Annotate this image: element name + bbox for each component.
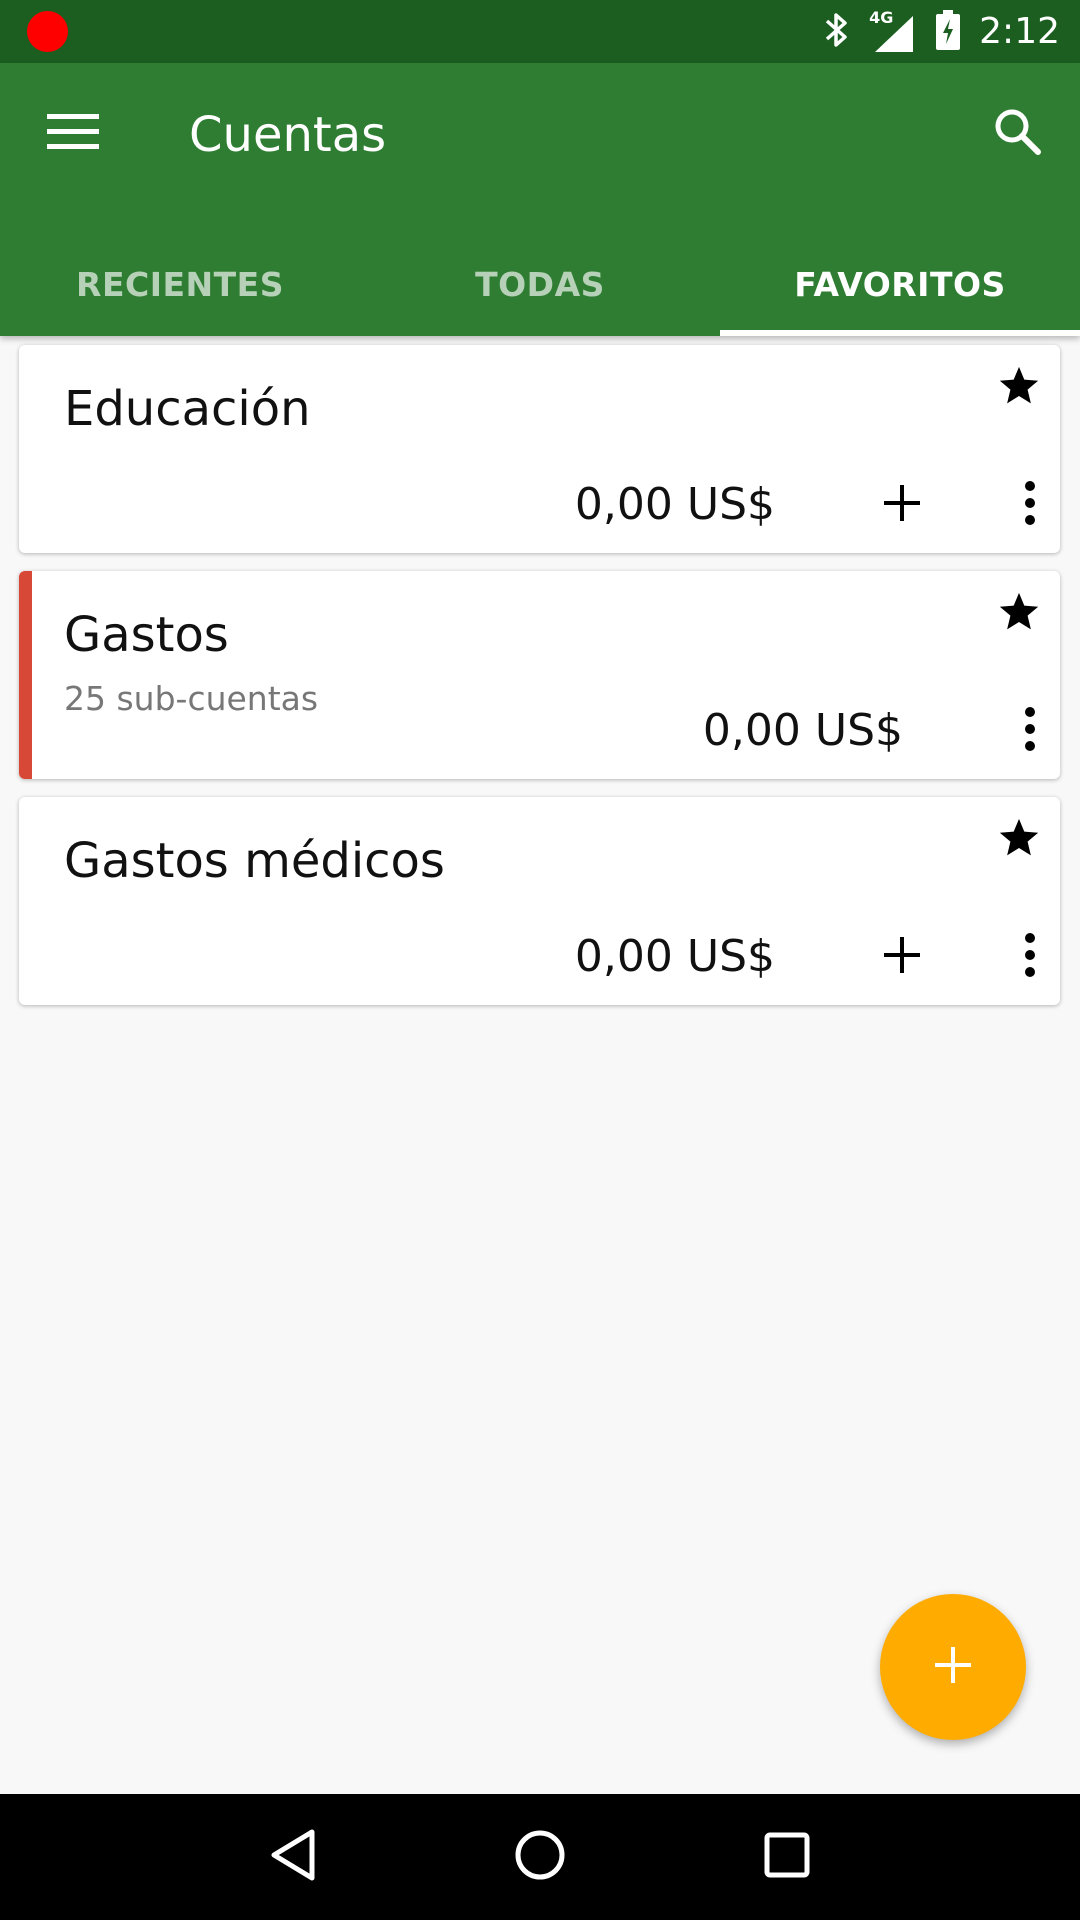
more-vert-icon <box>1024 707 1036 755</box>
add-transaction-button[interactable] <box>872 927 932 987</box>
account-name: Gastos médicos <box>64 833 445 889</box>
recents-button[interactable] <box>747 1817 827 1897</box>
status-bar: 4G 2:12 <box>0 0 1080 63</box>
status-icons: 4G 2:12 <box>823 0 1060 63</box>
home-circle-icon <box>514 1829 566 1885</box>
menu-button[interactable] <box>38 108 108 158</box>
tab-bar: RECIENTES TODAS FAVORITOS <box>0 233 1080 336</box>
account-card-gastos[interactable]: Gastos 25 sub-cuentas 0,00 US$ <box>19 571 1060 779</box>
tab-recientes[interactable]: RECIENTES <box>0 233 360 336</box>
star-icon <box>997 365 1041 411</box>
more-vert-icon <box>1024 481 1036 529</box>
search-icon <box>992 106 1042 160</box>
account-balance: 0,00 US$ <box>574 479 775 530</box>
favorite-star-button[interactable] <box>994 589 1044 639</box>
account-balance: 0,00 US$ <box>574 931 775 982</box>
star-icon <box>997 817 1041 863</box>
account-name: Educación <box>64 381 311 437</box>
back-triangle-icon <box>270 1829 316 1885</box>
tab-todas[interactable]: TODAS <box>360 233 720 336</box>
account-card-gastos-medicos[interactable]: Gastos médicos 0,00 US$ <box>19 797 1060 1005</box>
status-time: 2:12 <box>979 11 1060 52</box>
account-card-educacion[interactable]: Educación 0,00 US$ <box>19 345 1060 553</box>
more-options-button[interactable] <box>1010 927 1050 987</box>
plus-icon <box>882 935 922 979</box>
back-button[interactable] <box>253 1817 333 1897</box>
plus-icon <box>933 1645 973 1689</box>
account-name: Gastos <box>64 607 229 663</box>
page-title: Cuentas <box>189 107 387 163</box>
home-button[interactable] <box>500 1817 580 1897</box>
tab-favoritos[interactable]: FAVORITOS <box>720 233 1080 336</box>
signal-icon: 4G <box>869 8 917 54</box>
recording-indicator <box>27 11 68 52</box>
plus-icon <box>882 483 922 527</box>
menu-icon <box>47 112 99 154</box>
account-color-accent <box>19 571 32 779</box>
app-bar: Cuentas RECIENTES TODAS FAVORITOS <box>0 63 1080 336</box>
more-vert-icon <box>1024 933 1036 981</box>
system-nav-bar <box>0 1794 1080 1920</box>
subaccount-count: 25 sub-cuentas <box>64 679 319 718</box>
recents-square-icon <box>764 1832 810 1882</box>
account-balance: 0,00 US$ <box>702 705 903 756</box>
favorite-star-button[interactable] <box>994 363 1044 413</box>
search-button[interactable] <box>982 103 1052 163</box>
add-account-fab[interactable] <box>880 1594 1026 1740</box>
add-transaction-button[interactable] <box>872 475 932 535</box>
bluetooth-icon <box>823 10 851 54</box>
favorite-star-button[interactable] <box>994 815 1044 865</box>
battery-charging-icon <box>935 9 961 55</box>
more-options-button[interactable] <box>1010 701 1050 761</box>
more-options-button[interactable] <box>1010 475 1050 535</box>
star-icon <box>997 591 1041 637</box>
